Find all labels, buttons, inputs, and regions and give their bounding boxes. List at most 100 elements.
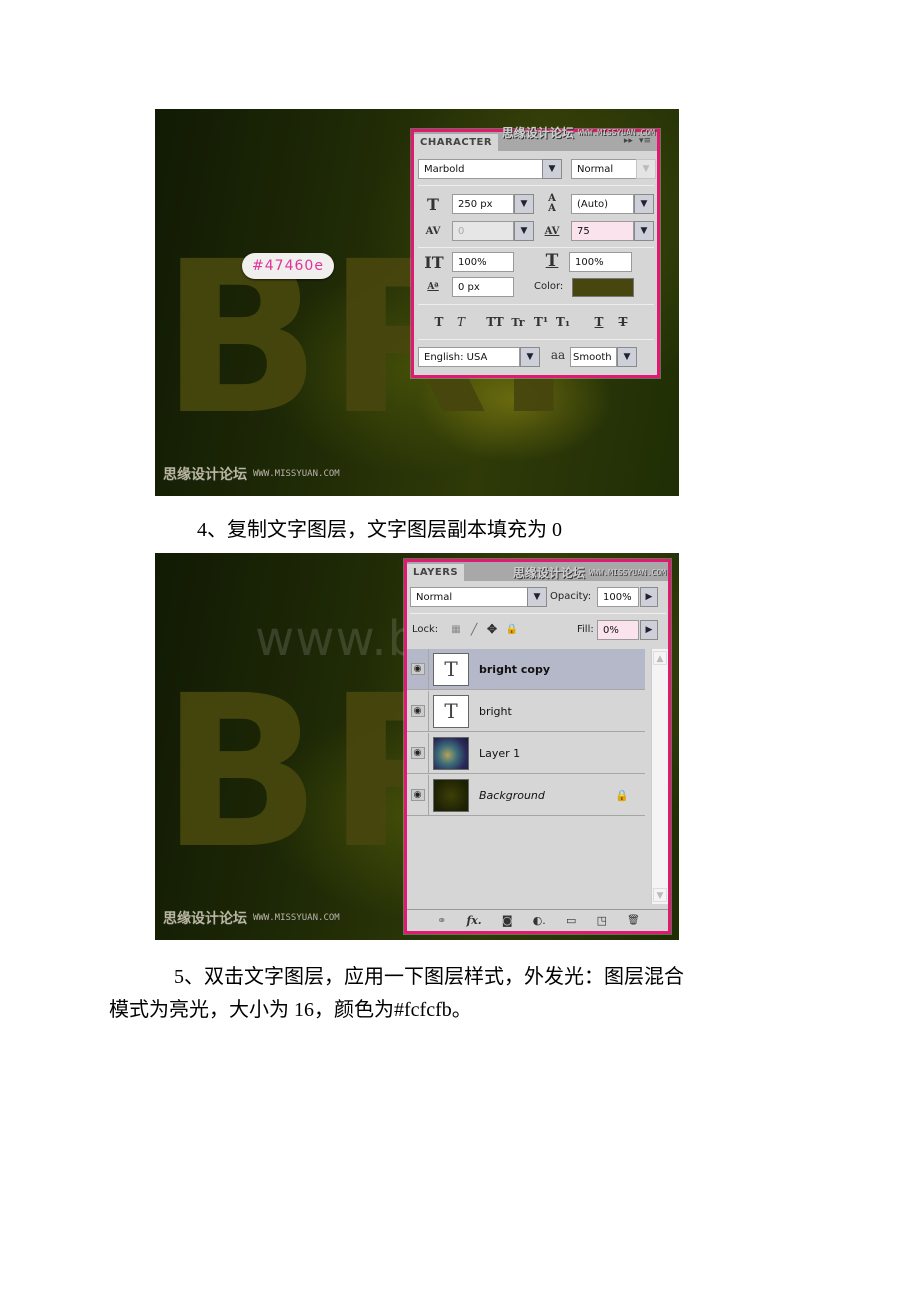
- separator: [418, 185, 654, 186]
- color-label: Color:: [534, 281, 564, 292]
- expand-icon[interactable]: ▸▸: [624, 136, 633, 146]
- screenshot-layers-panel: www.bdocx.com BRI 思缘设计论坛 WWW.MISSYUAN.CO…: [155, 553, 679, 940]
- site-watermark: 思缘设计论坛 WWW.MISSYUAN.COM: [163, 464, 340, 484]
- horizontal-scale-icon: T: [545, 251, 559, 271]
- kerning-dropdown[interactable]: ▼: [514, 221, 534, 241]
- scroll-down-icon[interactable]: ▼: [653, 888, 667, 902]
- layers-scrollbar[interactable]: ▲ ▼: [651, 649, 668, 904]
- lock-label: Lock:: [412, 624, 439, 635]
- opacity-slider-button[interactable]: ▶: [640, 587, 658, 607]
- eye-icon: ◉: [410, 747, 425, 759]
- leading-dropdown[interactable]: ▼: [634, 194, 654, 214]
- mask-icon[interactable]: ◙: [502, 914, 513, 927]
- antialias-icon: aa: [550, 348, 566, 362]
- fill-input[interactable]: 0%: [597, 620, 639, 640]
- site-watermark-cn: 思缘设计论坛: [163, 911, 247, 927]
- blend-mode-select[interactable]: Normal: [410, 587, 528, 607]
- caption-step-5-line-1: 5、双击文字图层，应用一下图层样式，外发光：图层混合: [174, 966, 684, 988]
- opacity-label: Opacity:: [550, 591, 592, 602]
- horizontal-scale-input[interactable]: 100%: [569, 252, 632, 272]
- visibility-toggle[interactable]: ◉: [407, 690, 429, 732]
- text-layer-thumbnail: T: [433, 694, 469, 728]
- header-watermark: 思缘设计论坛 WWW.MISSYUAN.COM: [513, 564, 666, 581]
- tracking-dropdown[interactable]: ▼: [634, 221, 654, 241]
- language-dropdown[interactable]: ▼: [520, 347, 540, 367]
- strikethrough-button[interactable]: T: [616, 312, 630, 332]
- trash-icon[interactable]: 🗑: [627, 915, 640, 926]
- layer-row-bright[interactable]: ◉ T bright: [407, 690, 645, 732]
- baseline-shift-icon: Aª: [427, 282, 439, 292]
- caption-step-4: 4、复制文字图层，文字图层副本填充为 0: [197, 519, 562, 541]
- visibility-toggle[interactable]: ◉: [407, 732, 429, 774]
- all-caps-button[interactable]: TT: [484, 312, 506, 332]
- kerning-icon: AV: [425, 225, 441, 237]
- opacity-input[interactable]: 100%: [597, 587, 639, 607]
- new-layer-icon[interactable]: ◳: [597, 914, 607, 927]
- superscript-button[interactable]: T¹: [532, 312, 550, 332]
- screenshot-character-panel: BRI #47460e 思缘设计论坛 WWW.MISSYUAN.COM CHAR…: [155, 109, 679, 496]
- font-size-input[interactable]: 250 px: [452, 194, 514, 214]
- folder-icon[interactable]: ▭: [566, 914, 576, 927]
- site-watermark: 思缘设计论坛 WWW.MISSYUAN.COM: [163, 908, 340, 928]
- scroll-up-icon[interactable]: ▲: [653, 651, 667, 665]
- site-watermark-cn: 思缘设计论坛: [163, 467, 247, 483]
- separator: [418, 247, 654, 248]
- panel-header: LAYERS 思缘设计论坛 WWW.MISSYUAN.COM: [407, 562, 668, 581]
- link-icon[interactable]: ⚭: [437, 914, 446, 927]
- leading-icon: AA: [548, 193, 556, 214]
- header-watermark-url: WWW.MISSYUAN.COM: [588, 568, 666, 577]
- header-watermark-cn: 思缘设计论坛: [501, 126, 574, 140]
- faux-bold-button[interactable]: T: [432, 312, 446, 332]
- visibility-toggle[interactable]: ◉: [407, 648, 429, 690]
- antialias-select[interactable]: Smooth: [570, 347, 617, 367]
- fill-slider-button[interactable]: ▶: [640, 620, 658, 640]
- antialias-dropdown[interactable]: ▼: [617, 347, 637, 367]
- site-watermark-url: WWW.MISSYUAN.COM: [253, 913, 340, 923]
- blend-mode-dropdown[interactable]: ▼: [527, 587, 547, 607]
- lock-pixels-icon[interactable]: ╱: [467, 621, 481, 637]
- panel-menu-icon[interactable]: ▾≡: [639, 136, 651, 146]
- lock-all-icon[interactable]: 🔒: [505, 621, 519, 637]
- layer-name: bright: [479, 704, 512, 718]
- tab-layers[interactable]: LAYERS: [407, 564, 465, 581]
- underline-button[interactable]: T: [592, 312, 606, 332]
- leading-input[interactable]: (Auto): [571, 194, 634, 214]
- layer-row-bright-copy[interactable]: ◉ T bright copy: [407, 648, 645, 690]
- tracking-icon: AV: [544, 225, 560, 237]
- eye-icon: ◉: [410, 705, 425, 717]
- adjustment-icon[interactable]: ◐.: [533, 914, 546, 927]
- kerning-input[interactable]: 0: [452, 221, 514, 241]
- layer-row-layer-1[interactable]: ◉ Layer 1: [407, 732, 645, 774]
- subscript-button[interactable]: T₁: [554, 312, 572, 332]
- color-swatch[interactable]: [572, 278, 634, 297]
- fill-label: Fill:: [577, 624, 594, 635]
- character-panel: CHARACTER 思缘设计论坛 WWW.MISSYUAN.COM ▸▸ ▾≡ …: [411, 126, 660, 378]
- panel-header: CHARACTER 思缘设计论坛 WWW.MISSYUAN.COM ▸▸ ▾≡: [414, 126, 657, 151]
- visibility-toggle[interactable]: ◉: [407, 774, 429, 816]
- layer-row-background[interactable]: ◉ Background 🔒: [407, 774, 645, 816]
- faux-italic-button[interactable]: T: [454, 312, 468, 332]
- lock-position-icon[interactable]: ✥: [485, 621, 499, 637]
- site-watermark-url: WWW.MISSYUAN.COM: [253, 469, 340, 479]
- lock-transparency-icon[interactable]: ▦: [449, 621, 463, 637]
- small-caps-button[interactable]: Tr: [508, 312, 528, 332]
- layer-name: bright copy: [479, 662, 550, 676]
- font-family-select[interactable]: Marbold: [418, 159, 543, 179]
- language-select[interactable]: English: USA: [418, 347, 520, 367]
- text-layer-thumbnail: T: [433, 652, 469, 686]
- image-layer-thumbnail: [433, 736, 469, 770]
- eye-icon: ◉: [410, 663, 425, 675]
- font-family-dropdown[interactable]: ▼: [542, 159, 562, 179]
- separator: [418, 304, 654, 305]
- font-style-select[interactable]: Normal: [571, 159, 637, 179]
- font-size-dropdown[interactable]: ▼: [514, 194, 534, 214]
- layers-footer: ⚭ fx. ◙ ◐. ▭ ◳ 🗑: [407, 909, 668, 931]
- eye-icon: ◉: [410, 789, 425, 801]
- tracking-input[interactable]: 75: [571, 221, 634, 241]
- background-thumbnail: [433, 778, 469, 812]
- vertical-scale-input[interactable]: 100%: [452, 252, 514, 272]
- tab-character[interactable]: CHARACTER: [414, 134, 499, 151]
- font-style-dropdown[interactable]: ▼: [636, 159, 656, 179]
- baseline-shift-input[interactable]: 0 px: [452, 277, 514, 297]
- fx-icon[interactable]: fx.: [467, 914, 482, 927]
